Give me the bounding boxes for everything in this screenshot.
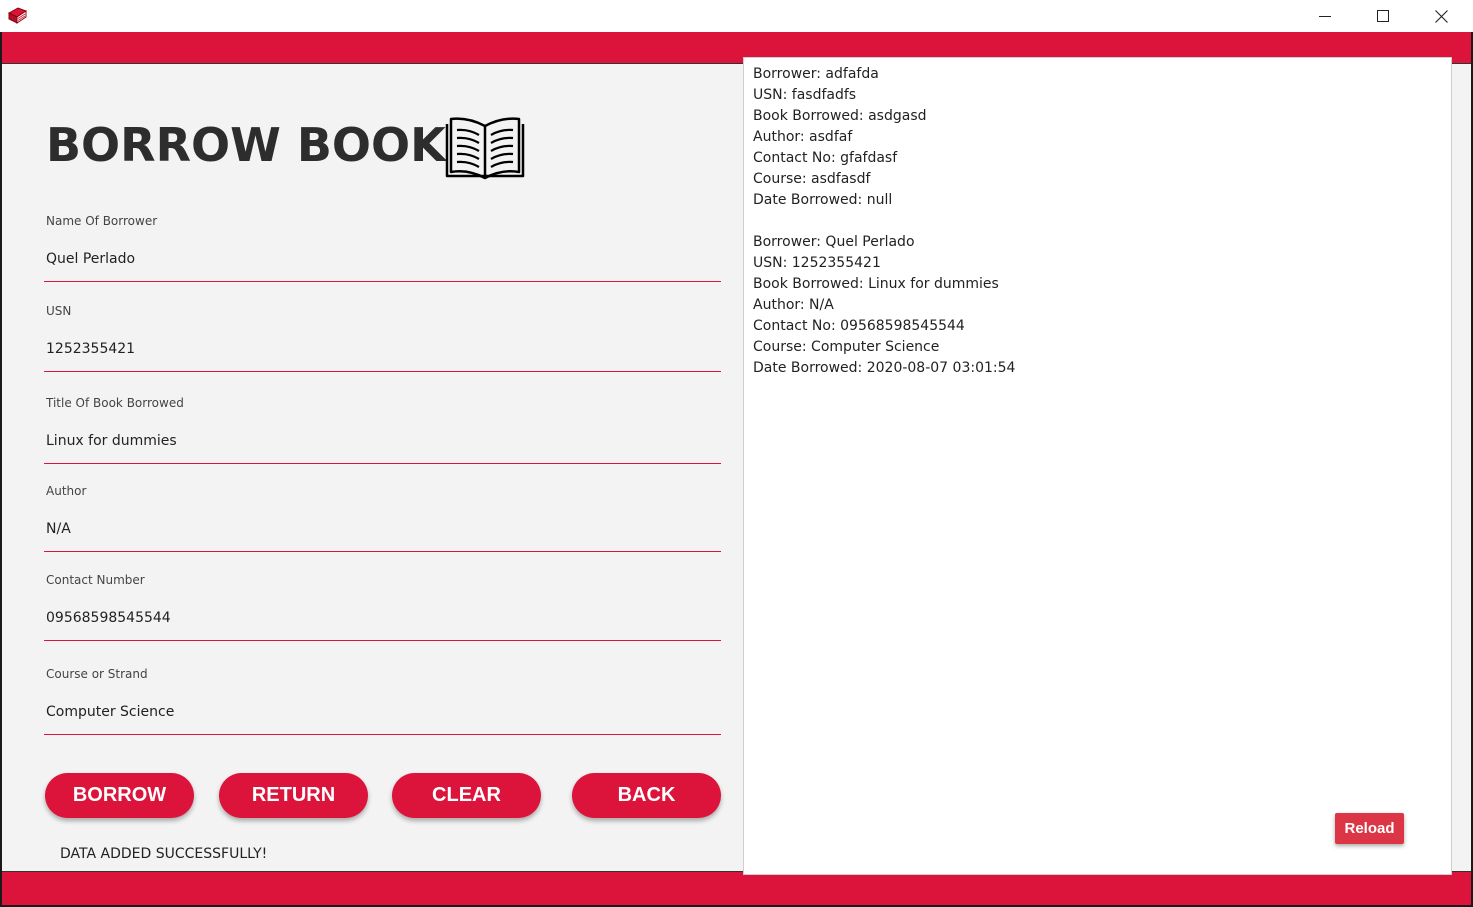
record-line: Author: N/A (753, 297, 834, 313)
field-underline (44, 551, 721, 552)
field-underline (44, 281, 721, 282)
clear-button[interactable]: CLEAR (392, 773, 541, 818)
course-input[interactable] (46, 697, 721, 727)
book-title-label: Title Of Book Borrowed (46, 396, 184, 410)
record-line: USN: 1252355421 (753, 255, 881, 271)
record-line: Book Borrowed: asdgasd (753, 108, 927, 124)
maximize-button[interactable] (1354, 0, 1412, 32)
record-line: Course: Computer Science (753, 339, 940, 355)
return-button[interactable]: RETURN (219, 773, 368, 818)
record-line: Contact No: 09568598545544 (753, 318, 965, 334)
record-separator (753, 211, 1015, 232)
borrow-button[interactable]: BORROW (45, 773, 194, 818)
field-underline (44, 734, 721, 735)
contact-number-label: Contact Number (46, 573, 145, 587)
record-line: USN: fasdfadfs (753, 87, 857, 103)
field-underline (44, 463, 721, 464)
footer-band (2, 871, 1471, 905)
record-line: Course: asdfasdf (753, 171, 871, 187)
red-book-icon (7, 7, 28, 24)
maximize-icon (1377, 10, 1389, 22)
records-panel[interactable]: Borrower: adfafda USN: fasdfadfs Book Bo… (743, 57, 1452, 875)
minimize-button[interactable] (1296, 0, 1354, 32)
status-message: DATA ADDED SUCCESSFULLY! (60, 846, 268, 862)
borrower-name-label: Name Of Borrower (46, 214, 158, 228)
record-line: Date Borrowed: 2020-08-07 03:01:54 (753, 360, 1016, 376)
borrower-name-input[interactable] (46, 244, 721, 274)
page-title: BORROW BOOK (46, 118, 446, 172)
usn-label: USN (46, 304, 72, 318)
contact-number-input[interactable] (46, 603, 721, 633)
record-line: Contact No: gfafdasf (753, 150, 898, 166)
author-input[interactable] (46, 514, 721, 544)
title-bar (0, 0, 1473, 32)
usn-input[interactable] (46, 334, 721, 364)
book-title-input[interactable] (46, 426, 721, 456)
minimize-icon (1319, 16, 1331, 17)
record-line: Book Borrowed: Linux for dummies (753, 276, 999, 292)
back-button[interactable]: BACK (572, 773, 721, 818)
reload-button[interactable]: Reload (1335, 813, 1404, 844)
field-underline (44, 640, 721, 641)
field-underline (44, 371, 721, 372)
author-label: Author (46, 484, 87, 498)
close-button[interactable] (1412, 0, 1470, 32)
record-line: Borrower: Quel Perlado (753, 234, 915, 250)
record-line: Author: asdfaf (753, 129, 853, 145)
record-line: Borrower: adfafda (753, 66, 879, 82)
close-icon (1434, 9, 1448, 23)
open-book-icon (445, 117, 525, 180)
record-line: Date Borrowed: null (753, 192, 893, 208)
records-list: Borrower: adfafda USN: fasdfadfs Book Bo… (753, 64, 1015, 379)
course-label: Course or Strand (46, 667, 148, 681)
